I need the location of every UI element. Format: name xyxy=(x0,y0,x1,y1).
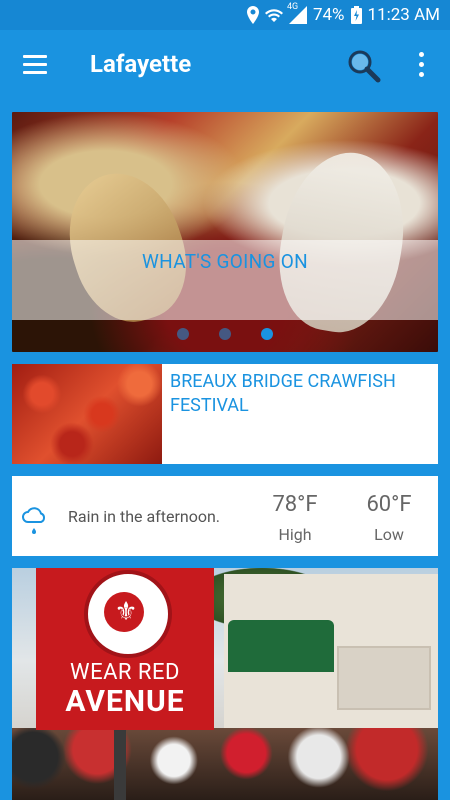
wifi-calling-icon xyxy=(264,7,283,23)
page-title: Lafayette xyxy=(90,50,192,78)
battery-percent: 74% xyxy=(312,5,345,25)
more-vert-icon xyxy=(419,52,424,57)
weather-card[interactable]: Rain in the afternoon. 78°F High 60°F Lo… xyxy=(12,476,438,556)
banner-line2: AVENUE xyxy=(65,684,185,719)
carousel-dot[interactable] xyxy=(219,328,231,340)
fleur-de-lis-icon: ⚜ xyxy=(114,597,138,627)
search-icon xyxy=(348,50,381,83)
battery-charging-icon xyxy=(350,6,362,24)
overflow-menu-button[interactable] xyxy=(412,50,432,80)
promo-photo-card[interactable]: ⚜ WEAR RED AVENUE xyxy=(12,568,438,800)
whats-going-on-banner[interactable]: WHAT'S GOING ON xyxy=(12,112,438,352)
status-bar: 4G 74% 11:23 AM xyxy=(0,0,450,30)
event-card[interactable]: BREAUX BRIDGE CRAWFISH FESTIVAL xyxy=(12,364,438,464)
green-awning xyxy=(228,620,334,672)
crowd-image xyxy=(12,728,438,800)
status-icons: 4G 74% 11:23 AM xyxy=(246,2,440,26)
building-window xyxy=(337,646,431,710)
app-bar: Lafayette xyxy=(0,30,450,100)
high-label: High xyxy=(278,525,312,544)
network-type-label: 4G xyxy=(286,2,299,12)
search-button[interactable] xyxy=(346,48,382,84)
cell-signal: 4G xyxy=(287,2,307,24)
low-temperature: 60°F Low xyxy=(354,492,424,544)
crawfish-thumbnail xyxy=(12,364,162,464)
clock: 11:23 AM xyxy=(367,5,440,25)
banner-pole xyxy=(114,718,126,800)
high-value: 78°F xyxy=(272,492,318,517)
location-icon xyxy=(246,6,259,24)
low-label: Low xyxy=(374,525,404,544)
carousel-dot-active[interactable] xyxy=(261,328,273,340)
menu-button[interactable] xyxy=(18,50,52,80)
carousel-indicator xyxy=(12,328,438,344)
event-title: BREAUX BRIDGE CRAWFISH FESTIVAL xyxy=(170,371,396,416)
carousel-dot[interactable] xyxy=(177,328,189,340)
banner-line1: WEAR RED xyxy=(70,660,180,685)
high-temperature: 78°F High xyxy=(260,492,330,544)
street-banner: ⚜ WEAR RED AVENUE xyxy=(36,568,214,730)
rain-cloud-icon xyxy=(22,507,45,534)
university-logo: ⚜ xyxy=(84,570,172,658)
weather-summary: Rain in the afternoon. xyxy=(68,507,220,526)
banner-caption: WHAT'S GOING ON xyxy=(142,250,308,273)
menu-icon xyxy=(23,55,47,58)
low-value: 60°F xyxy=(366,492,412,517)
